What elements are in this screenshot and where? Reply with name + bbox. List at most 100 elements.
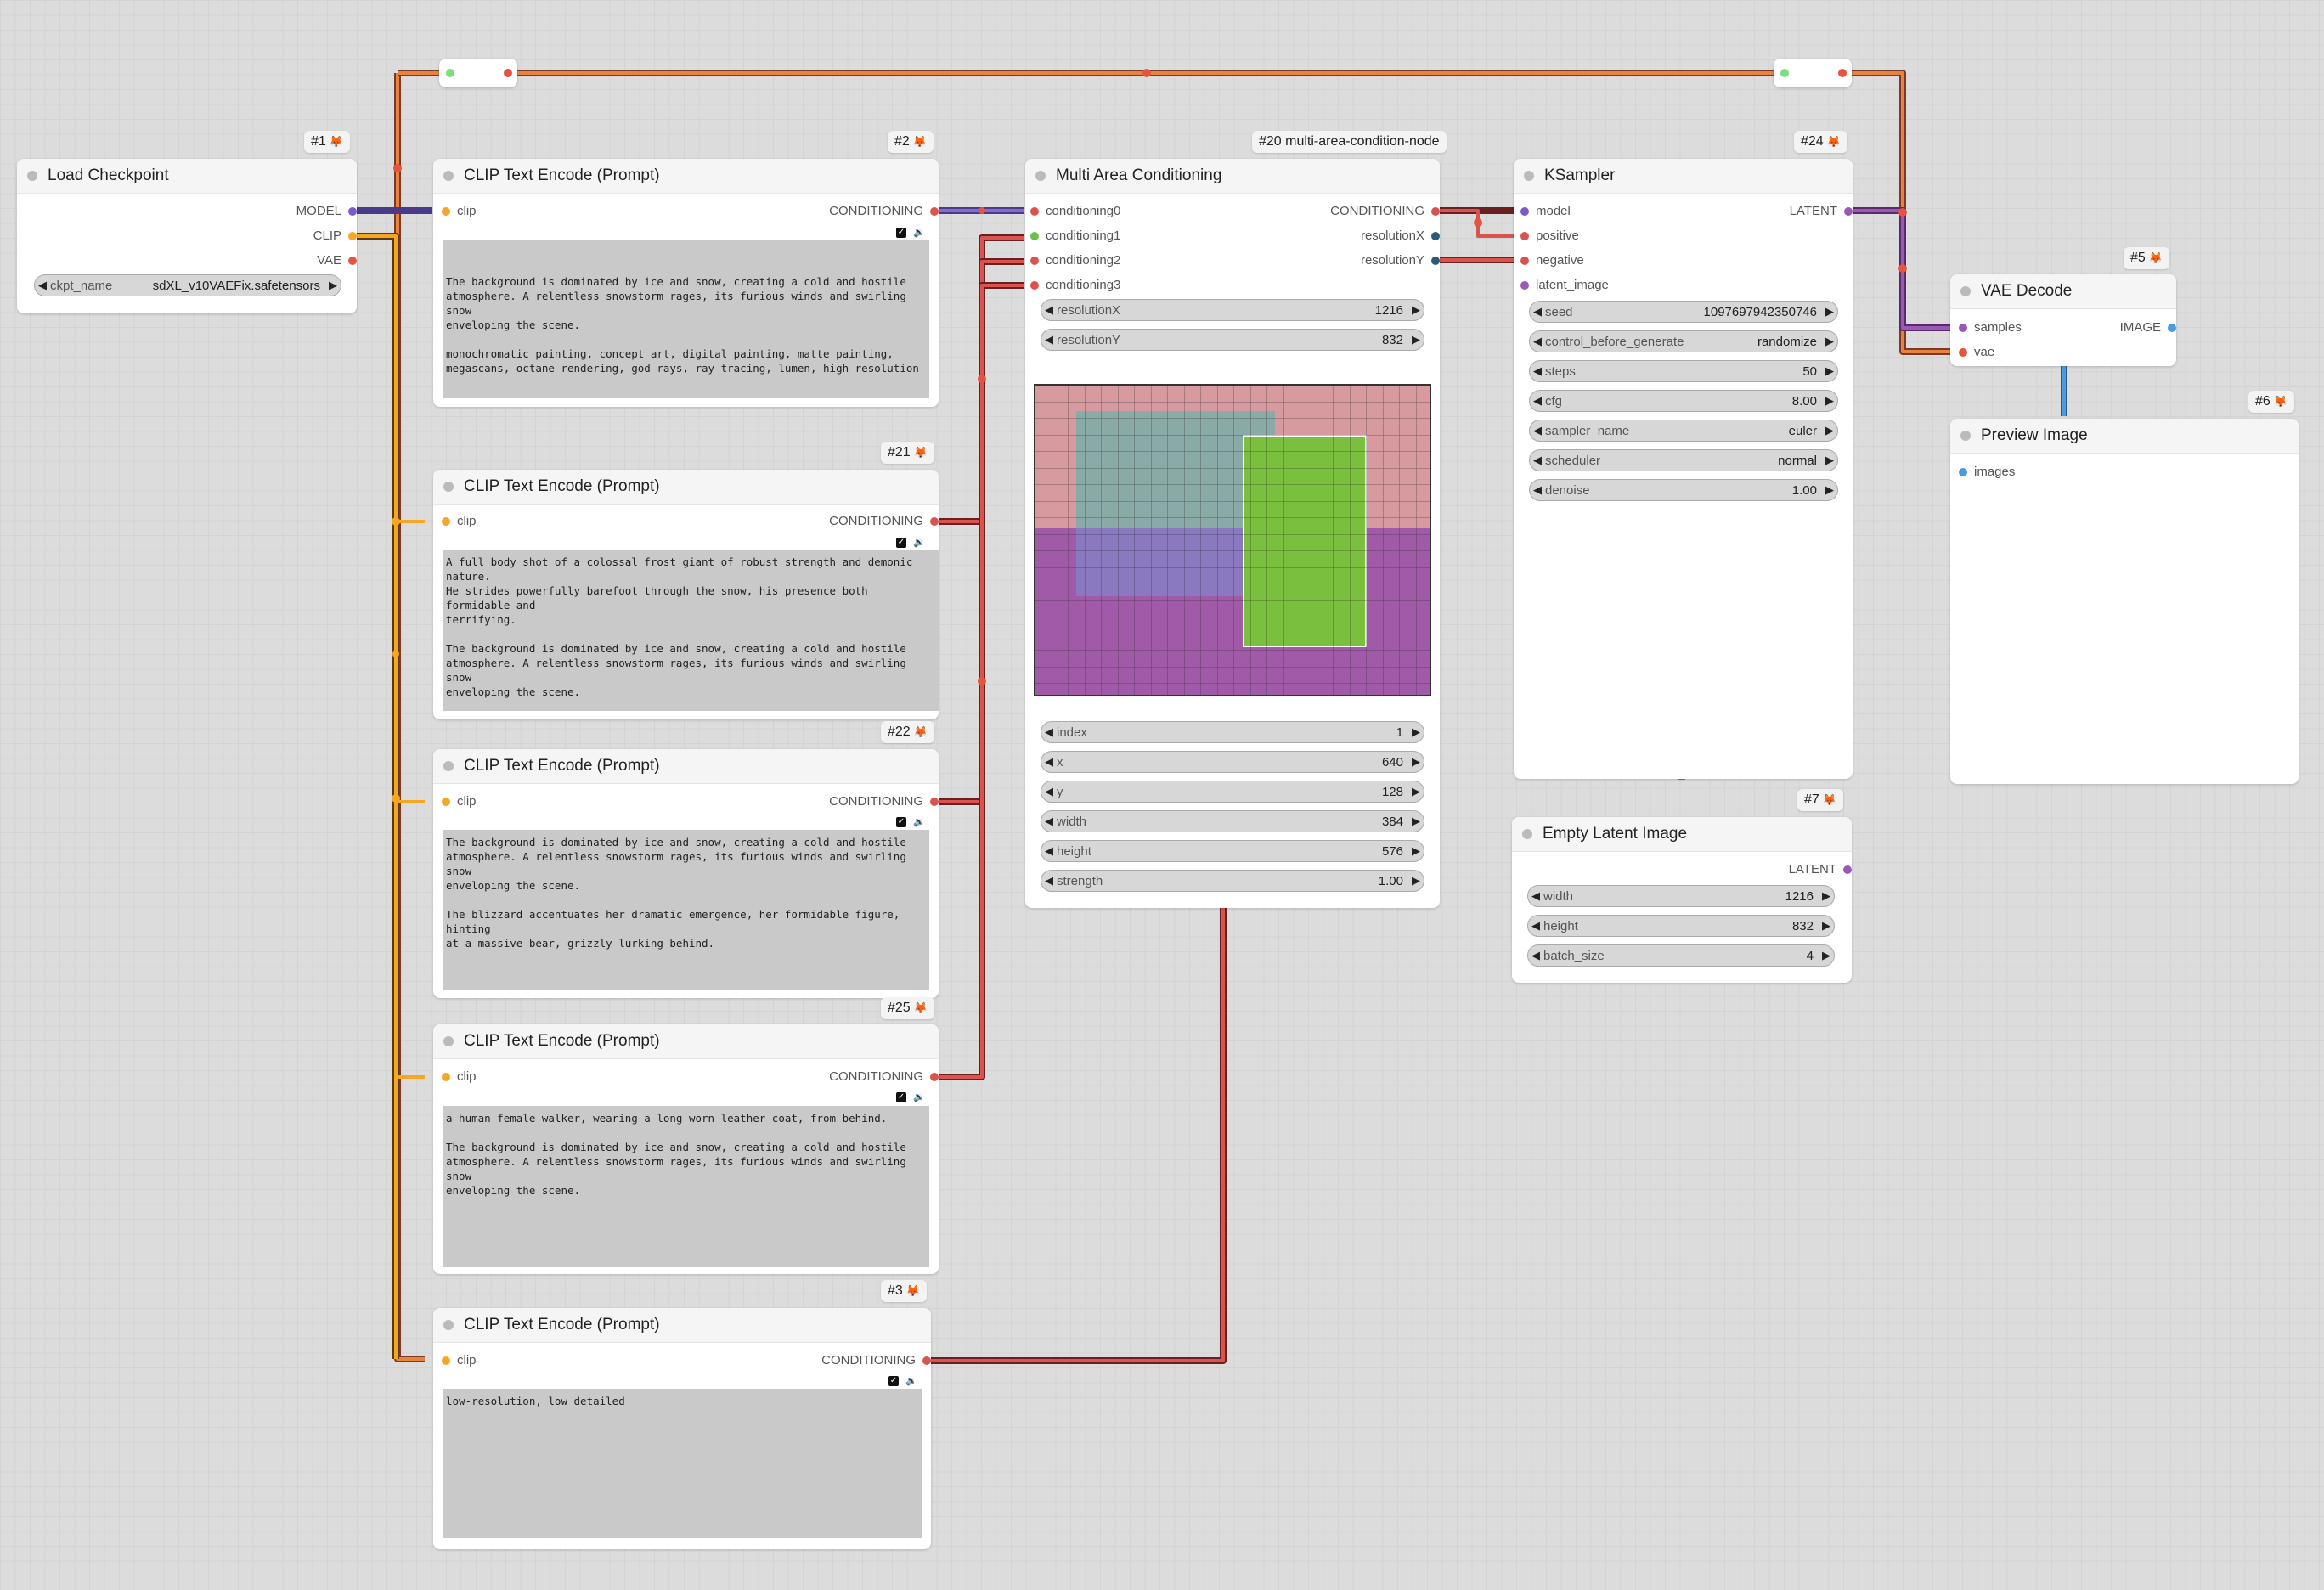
clip-text-encode-node[interactable]: CLIP Text Encode (Prompt) clip CONDITION… [433, 159, 939, 407]
input-clip[interactable]: clip [442, 793, 477, 810]
speaker-icon[interactable]: 🔉 [905, 1375, 917, 1386]
collapse-dot-icon[interactable] [443, 1320, 454, 1330]
left-arrow-icon[interactable]: ◀ [1528, 889, 1543, 903]
clip-text-encode-node[interactable]: CLIP Text Encode (Prompt) clip CONDITION… [433, 470, 939, 719]
right-arrow-icon[interactable]: ▶ [1819, 889, 1834, 903]
right-arrow-icon[interactable]: ▶ [1819, 919, 1834, 933]
collapse-dot-icon[interactable] [1035, 171, 1046, 181]
collapse-dot-icon[interactable] [27, 171, 37, 181]
left-arrow-icon[interactable]: ◀ [1041, 844, 1057, 858]
input-latent-image[interactable]: latent_image [1520, 277, 1609, 294]
latent-pin-icon[interactable] [1959, 324, 1967, 332]
node-title[interactable]: CLIP Text Encode (Prompt) [433, 159, 939, 194]
right-arrow-icon[interactable]: ▶ [1822, 364, 1837, 378]
right-arrow-icon[interactable]: ▶ [1822, 483, 1837, 497]
vae-pin-icon[interactable] [348, 257, 357, 265]
node-title[interactable]: Empty Latent Image [1512, 817, 1852, 852]
left-arrow-icon[interactable]: ◀ [1530, 454, 1545, 467]
right-arrow-icon[interactable]: ▶ [1408, 874, 1424, 888]
conditioning-pin-icon[interactable] [1030, 257, 1039, 265]
output-conditioning[interactable]: CONDITIONING [829, 1068, 939, 1085]
node-title[interactable]: KSampler [1514, 159, 1853, 194]
node-title[interactable]: Multi Area Conditioning [1025, 159, 1440, 194]
prompt-textarea[interactable]: A full body shot of a colossal frost gia… [443, 550, 939, 711]
clip-text-encode-node[interactable]: CLIP Text Encode (Prompt) clip CONDITION… [433, 1308, 931, 1549]
collapse-dot-icon[interactable] [443, 1036, 454, 1046]
input-conditioning0[interactable]: conditioning0 [1030, 203, 1120, 220]
seed-widget[interactable]: ◀ seed 1097697942350746 ▶ [1529, 301, 1838, 323]
x-widget[interactable]: ◀ x 640 ▶ [1041, 751, 1424, 773]
clip-pin-icon[interactable] [442, 1073, 450, 1081]
left-arrow-icon[interactable]: ◀ [1530, 424, 1545, 437]
model-pin-icon[interactable] [348, 207, 357, 216]
prompt-textarea[interactable]: a human female walker, wearing a long wo… [443, 1106, 929, 1267]
sampler-name-widget[interactable]: ◀ sampler_name euler ▶ [1529, 420, 1838, 442]
conditioning-pin-icon[interactable] [922, 1356, 931, 1365]
right-arrow-icon[interactable]: ▶ [1822, 394, 1837, 408]
clip-pin-icon[interactable] [348, 232, 357, 240]
output-latent[interactable]: LATENT [1789, 861, 1852, 878]
collapse-dot-icon[interactable] [443, 761, 454, 771]
conditioning-pin-icon[interactable] [930, 207, 939, 216]
output-model[interactable]: MODEL [296, 203, 357, 220]
left-arrow-icon[interactable]: ◀ [1041, 874, 1057, 888]
node-title[interactable]: VAE Decode [1950, 274, 2176, 309]
conditioning-pin-icon[interactable] [1431, 207, 1440, 216]
collapse-dot-icon[interactable] [1524, 171, 1534, 181]
output-image[interactable]: IMAGE [2120, 319, 2176, 336]
reroute-node-right[interactable] [1774, 59, 1852, 87]
strength-widget[interactable]: ◀ strength 1.00 ▶ [1041, 870, 1424, 892]
right-arrow-icon[interactable]: ▶ [1822, 335, 1837, 348]
output-clip[interactable]: CLIP [313, 228, 357, 245]
ckpt-name-widget[interactable]: ◀ ckpt_name sdXL_v10VAEFix.safetensors ▶ [34, 274, 341, 296]
input-conditioning3[interactable]: conditioning3 [1030, 277, 1120, 294]
vae-pin-icon[interactable] [1959, 348, 1967, 357]
reroute-node-left[interactable] [439, 59, 517, 87]
clip-pin-icon[interactable] [442, 517, 450, 526]
right-arrow-icon[interactable]: ▶ [1819, 949, 1834, 962]
batch-size-widget[interactable]: ◀ batch_size 4 ▶ [1527, 944, 1835, 967]
left-arrow-icon[interactable]: ◀ [1530, 394, 1545, 408]
input-clip[interactable]: clip [442, 1352, 477, 1369]
left-arrow-icon[interactable]: ◀ [1530, 305, 1545, 319]
prompt-textarea[interactable]: low-resolution, low detailed [443, 1389, 922, 1538]
input-clip[interactable]: clip [442, 1068, 477, 1085]
input-images[interactable]: images [1959, 464, 2015, 481]
left-arrow-icon[interactable]: ◀ [35, 279, 50, 292]
left-arrow-icon[interactable]: ◀ [1041, 815, 1057, 828]
clip-pin-icon[interactable] [442, 207, 450, 216]
right-arrow-icon[interactable]: ▶ [1408, 844, 1424, 858]
left-arrow-icon[interactable]: ◀ [1530, 335, 1545, 348]
left-arrow-icon[interactable]: ◀ [1041, 333, 1057, 347]
node-title[interactable]: CLIP Text Encode (Prompt) [433, 1024, 939, 1059]
output-resolutiony[interactable]: resolutionY [1361, 252, 1440, 269]
right-arrow-icon[interactable]: ▶ [1822, 424, 1837, 437]
resolutionx-widget[interactable]: ◀ resolutionX 1216 ▶ [1041, 299, 1424, 321]
input-positive[interactable]: positive [1520, 228, 1579, 245]
height-widget[interactable]: ◀ height 832 ▶ [1527, 915, 1835, 937]
denoise-widget[interactable]: ◀ denoise 1.00 ▶ [1529, 479, 1838, 501]
prompt-textarea[interactable]: The background is dominated by ice and s… [443, 240, 929, 398]
right-arrow-icon[interactable]: ▶ [1408, 725, 1424, 739]
input-clip[interactable]: clip [442, 513, 477, 530]
preview-image-node[interactable]: Preview Image images [1950, 419, 2299, 784]
output-conditioning[interactable]: CONDITIONING [821, 1352, 931, 1369]
clip-text-encode-node[interactable]: CLIP Text Encode (Prompt) clip CONDITION… [433, 749, 939, 998]
node-title[interactable]: Preview Image [1950, 419, 2299, 454]
multi-area-conditioning-node[interactable]: Multi Area Conditioning conditioning0 co… [1025, 159, 1440, 908]
empty-latent-image-node[interactable]: Empty Latent Image LATENT ◀ width 1216 ▶ ◀ h… [1512, 817, 1852, 983]
checkbox-icon[interactable]: ✓ [896, 228, 906, 238]
conditioning-pin-icon[interactable] [930, 798, 939, 806]
conditioning-pin-icon[interactable] [1030, 207, 1039, 216]
input-conditioning1[interactable]: conditioning1 [1030, 228, 1120, 245]
conditioning-pin-icon[interactable] [1030, 281, 1039, 290]
checkbox-icon[interactable]: ✓ [896, 817, 906, 827]
right-arrow-icon[interactable]: ▶ [325, 279, 341, 292]
clip-pin-icon[interactable] [442, 1356, 450, 1365]
output-vae[interactable]: VAE [317, 252, 357, 269]
latent-pin-icon[interactable] [1520, 281, 1529, 290]
resolutiony-widget[interactable]: ◀ resolutionY 832 ▶ [1041, 329, 1424, 351]
left-arrow-icon[interactable]: ◀ [1530, 364, 1545, 378]
steps-widget[interactable]: ◀ steps 50 ▶ [1529, 360, 1838, 382]
collapse-dot-icon[interactable] [1960, 431, 1971, 441]
